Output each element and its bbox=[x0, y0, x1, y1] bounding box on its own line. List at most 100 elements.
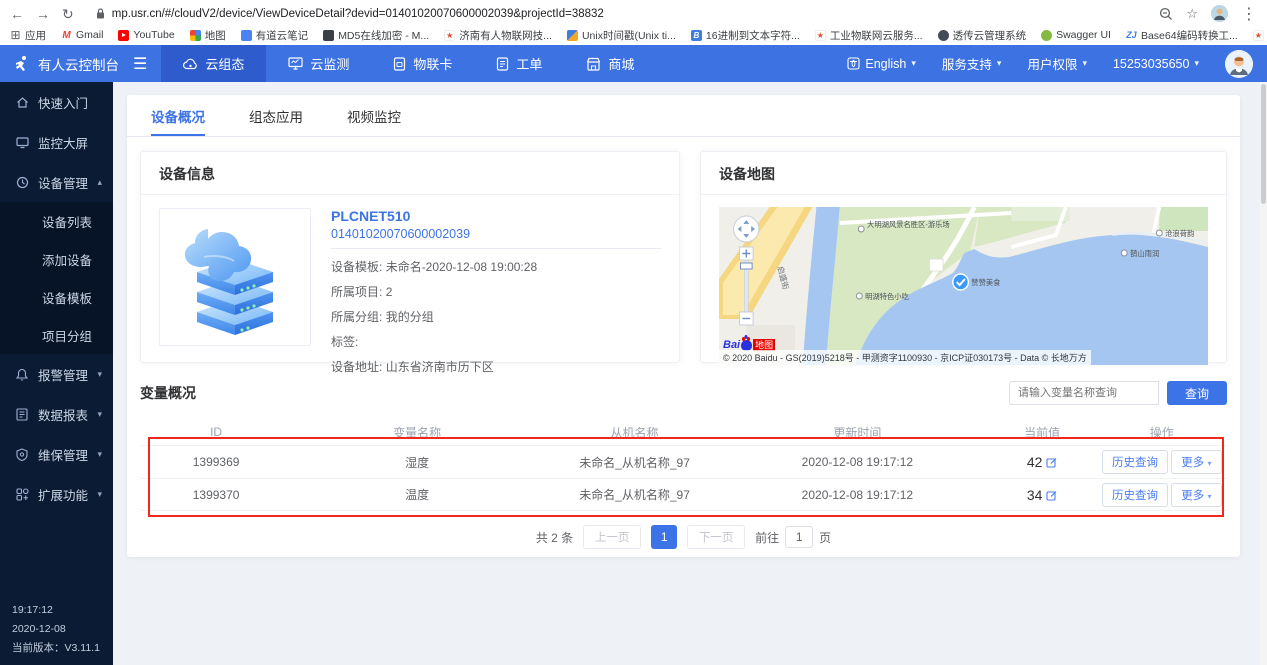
prev-page-button[interactable]: 上一页 bbox=[583, 525, 641, 549]
chevron-down-icon: ▾ bbox=[1208, 492, 1212, 501]
device-info-card: 设备信息 bbox=[140, 151, 680, 363]
lock-icon bbox=[96, 8, 105, 19]
footer-time: 19:17:12 bbox=[12, 601, 100, 620]
nav-cloud-scada[interactable]: 云组态 bbox=[161, 45, 266, 82]
bookmark-hex[interactable]: B16进制到文本字符... bbox=[691, 28, 800, 43]
device-id-link[interactable]: 01401020070600002039 bbox=[331, 227, 661, 241]
chrome-profile-avatar[interactable] bbox=[1211, 5, 1228, 22]
query-button[interactable]: 查询 bbox=[1167, 381, 1227, 405]
reload-icon[interactable]: ↻ bbox=[62, 7, 74, 21]
youdao-note-icon bbox=[241, 30, 252, 41]
map-poi-snack: 明湖特色小吃 bbox=[865, 292, 909, 301]
map-copyright: © 2020 Baidu - GS(2019)5218号 - 甲测资字11009… bbox=[719, 350, 1091, 365]
goto-page-input[interactable] bbox=[785, 526, 813, 548]
account-menu[interactable]: 15253035650▾ bbox=[1113, 57, 1199, 71]
sidebar-item-extensions[interactable]: 扩展功能 ▾ bbox=[0, 474, 113, 514]
sidebar-item-device-manage[interactable]: 设备管理 ▴ bbox=[0, 162, 113, 202]
baidu-map[interactable]: 大明湖风景名胜区-游乐场 明湖特色小吃 沧浪荷韵 鹊山雨润 启盛街 bbox=[719, 207, 1208, 365]
bookmark-cloud-mgmt[interactable]: 透传云管理系统 bbox=[938, 28, 1027, 43]
chrome-menu-icon[interactable]: ⋮ bbox=[1241, 4, 1257, 24]
bookmark-base64[interactable]: ZJBase64编码转换工... bbox=[1126, 28, 1238, 43]
scrollbar-thumb[interactable] bbox=[1261, 84, 1266, 204]
more-button[interactable]: 更多 ▾ bbox=[1171, 483, 1221, 507]
gmail-icon: M bbox=[61, 30, 72, 41]
bookmark-mes[interactable]: ★MES | 有人物联网 bbox=[1253, 28, 1267, 43]
variable-search-input[interactable] bbox=[1009, 381, 1159, 405]
bookmark-maps[interactable]: 地图 bbox=[190, 28, 226, 43]
cell-update-time: 2020-12-08 19:17:12 bbox=[727, 455, 988, 469]
device-group-row: 所属分组: 我的分组 bbox=[331, 305, 661, 330]
back-icon[interactable]: ← bbox=[10, 7, 24, 21]
bookmark-youtube[interactable]: YouTube bbox=[118, 29, 174, 41]
browser-chrome: ← → ↻ mp.usr.cn/#/cloudV2/device/ViewDev… bbox=[0, 0, 1267, 45]
chevron-down-icon: ▾ bbox=[97, 449, 102, 460]
usr-runner-icon: ★ bbox=[815, 30, 826, 41]
sidebar-item-quick-start[interactable]: 快速入门 bbox=[0, 82, 113, 122]
chevron-down-icon: ▾ bbox=[97, 489, 102, 500]
sidebar-item-device-list[interactable]: 设备列表 bbox=[0, 202, 113, 240]
device-detail-panel: 设备概况 组态应用 视频监控 设备信息 bbox=[127, 95, 1240, 557]
device-image bbox=[159, 208, 311, 346]
map-marker-label: 赞赞美食 bbox=[971, 278, 1001, 287]
sidebar-item-add-device[interactable]: 添加设备 bbox=[0, 240, 113, 278]
bookmark-swagger[interactable]: Swagger UI bbox=[1041, 29, 1111, 41]
maps-icon bbox=[190, 30, 201, 41]
goto-unit: 页 bbox=[819, 529, 831, 546]
zoom-out-icon[interactable] bbox=[1159, 7, 1173, 21]
bookmark-star-icon[interactable]: ☆ bbox=[1186, 6, 1198, 22]
map-pan-control[interactable] bbox=[734, 216, 759, 242]
language-select[interactable]: English▾ bbox=[847, 57, 916, 71]
cloud-globe-icon bbox=[938, 30, 949, 41]
sidebar-item-maintain-manage[interactable]: 维保管理 ▾ bbox=[0, 434, 113, 474]
edit-value-icon[interactable] bbox=[1046, 457, 1057, 468]
sidebar-item-device-template[interactable]: 设备模板 bbox=[0, 278, 113, 316]
more-button[interactable]: 更多 ▾ bbox=[1171, 450, 1221, 474]
sidebar-item-data-report[interactable]: 数据报表 ▾ bbox=[0, 394, 113, 434]
current-page-button[interactable]: 1 bbox=[651, 525, 677, 549]
sidebar-item-monitor-screen[interactable]: 监控大屏 bbox=[0, 122, 113, 162]
work-order-icon bbox=[496, 57, 509, 71]
nav-store[interactable]: 商城 bbox=[564, 45, 656, 82]
cell-current-value: 42 bbox=[1027, 454, 1043, 470]
app-header: 有人云控制台 ☰ 云组态 云监测 物联卡 工单 商城 English▾ bbox=[0, 45, 1267, 82]
bookmarks-bar: ⊞应用 MGmail YouTube 地图 有道云笔记 MD5在线加密 - M.… bbox=[0, 27, 1267, 45]
tab-scada-app[interactable]: 组态应用 bbox=[249, 95, 303, 136]
scrollbar[interactable] bbox=[1260, 82, 1267, 665]
nav-work-order[interactable]: 工单 bbox=[474, 45, 564, 82]
user-avatar[interactable] bbox=[1225, 50, 1253, 78]
table-header-row: ID 变量名称 从机名称 更新时间 当前值 操作 bbox=[140, 419, 1227, 445]
detail-tabs: 设备概况 组态应用 视频监控 bbox=[127, 95, 1240, 137]
total-count: 共 2 条 bbox=[536, 529, 573, 546]
edit-value-icon[interactable] bbox=[1046, 490, 1057, 501]
nav-iot-card[interactable]: 物联卡 bbox=[371, 45, 474, 82]
device-project-row: 所属项目: 2 bbox=[331, 280, 661, 305]
device-template-row: 设备模板: 未命名-2020-12-08 19:00:28 bbox=[331, 255, 661, 280]
brand[interactable]: 有人云控制台 ☰ bbox=[0, 45, 161, 82]
service-support-menu[interactable]: 服务支持▾ bbox=[942, 54, 1002, 73]
menu-collapse-icon[interactable]: ☰ bbox=[133, 54, 147, 74]
tab-video-monitor[interactable]: 视频监控 bbox=[347, 95, 401, 136]
home-icon bbox=[15, 96, 29, 109]
bookmark-youdao[interactable]: 有道云笔记 bbox=[241, 28, 309, 43]
bookmark-md5[interactable]: MD5在线加密 - M... bbox=[323, 28, 429, 43]
address-bar[interactable]: mp.usr.cn/#/cloudV2/device/ViewDeviceDet… bbox=[86, 3, 1148, 24]
history-query-button[interactable]: 历史查询 bbox=[1102, 483, 1168, 507]
history-query-button[interactable]: 历史查询 bbox=[1102, 450, 1168, 474]
device-manage-submenu: 设备列表 添加设备 设备模板 项目分组 bbox=[0, 202, 113, 354]
bookmark-unix-time[interactable]: Unix时间戳(Unix ti... bbox=[567, 28, 676, 43]
user-permission-menu[interactable]: 用户权限▾ bbox=[1027, 54, 1087, 73]
sidebar-item-alarm-manage[interactable]: 报警管理 ▾ bbox=[0, 354, 113, 394]
chevron-up-icon: ▴ bbox=[97, 177, 102, 188]
base64-icon: ZJ bbox=[1126, 30, 1137, 41]
sidebar-item-project-group[interactable]: 项目分组 bbox=[0, 316, 113, 354]
device-illustration-icon bbox=[174, 217, 296, 337]
bookmark-gmail[interactable]: MGmail bbox=[61, 29, 103, 41]
next-page-button[interactable]: 下一页 bbox=[687, 525, 745, 549]
bookmark-usr-tech[interactable]: ★济南有人物联网技... bbox=[444, 28, 552, 43]
bookmark-apps[interactable]: ⊞应用 bbox=[10, 28, 46, 43]
forward-icon[interactable]: → bbox=[36, 7, 50, 21]
bookmark-iiot-cloud[interactable]: ★工业物联网云服务... bbox=[815, 28, 923, 43]
nav-cloud-monitor[interactable]: 云监测 bbox=[266, 45, 371, 82]
tab-device-overview[interactable]: 设备概况 bbox=[151, 95, 205, 136]
usr-logo-icon bbox=[12, 55, 30, 73]
